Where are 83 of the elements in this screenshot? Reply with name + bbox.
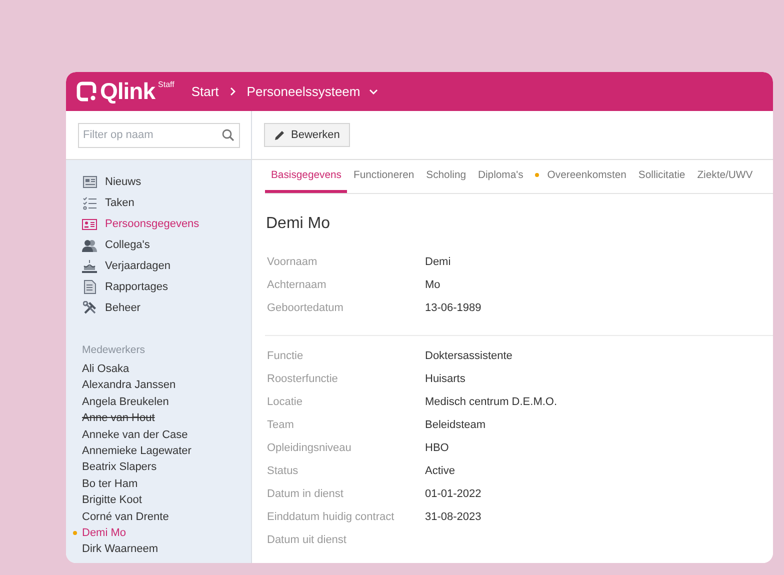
breadcrumb-link[interactable]: Personeelssysteem (246, 84, 360, 99)
field-value: 01-01-2022 (425, 487, 482, 501)
tab-label: Sollicitatie (638, 170, 686, 180)
nav-item[interactable]: Rapportages (82, 279, 251, 295)
people-icon (82, 238, 97, 252)
nav-label: Taken (105, 197, 134, 209)
nav-item[interactable]: Verjaardagen (82, 258, 251, 274)
id-card-icon (82, 218, 97, 230)
field-value: 13-06-1989 (425, 301, 482, 315)
filter-field[interactable]: Filter op naam (78, 122, 240, 148)
tab-label: Overeenkomsten (547, 170, 626, 180)
employee-item[interactable]: Annemieke Lagewater (82, 444, 192, 458)
logo-text: Qlink (100, 78, 156, 105)
search-icon (222, 128, 234, 140)
tab-label: Basisgegevens (271, 170, 342, 180)
employee-item[interactable]: Anne van Hout (82, 411, 155, 426)
chevron-right-icon (230, 87, 236, 96)
pencil-icon (274, 130, 285, 140)
employee-item[interactable]: Corné van Drente (82, 510, 169, 524)
nav-item[interactable]: Beheer (82, 300, 251, 316)
nav-label: Collega's (105, 239, 150, 251)
field-value: Doktersassistente (425, 349, 512, 363)
field-label: Locatie (267, 395, 304, 409)
tab-label: Ziekte/UWV (697, 170, 753, 180)
tab[interactable]: Sollicitatie (632, 160, 692, 193)
tab[interactable]: Functioneren (347, 160, 420, 193)
field-label: Datum uit dienst (267, 533, 348, 547)
nav-item[interactable]: Persoonsgegevens (82, 216, 251, 232)
logo-suffix: Staff (158, 80, 174, 89)
field-label: Achternaam (267, 278, 328, 292)
employee-item[interactable]: Angela Breukelen (82, 394, 169, 409)
employee-item[interactable]: Alexandra Janssen (82, 378, 176, 392)
tab[interactable]: Basisgegevens (265, 160, 348, 193)
field-value: Demi (425, 255, 451, 269)
employee-item[interactable]: Brigitte Koot (82, 493, 142, 508)
field-label: Voornaam (267, 255, 318, 269)
field-label: Functie (267, 349, 304, 363)
tab-label: Scholing (426, 170, 466, 180)
nav-label: Persoonsgegevens (105, 218, 200, 230)
employee-item[interactable]: Anneke van der Case (82, 428, 188, 442)
field-label: Status (267, 464, 300, 478)
field-label: Opleidingsniveau (267, 441, 352, 455)
tab[interactable]: Overeenkomsten (529, 160, 632, 193)
breadcrumb-link[interactable]: Start (191, 84, 219, 99)
checklist-icon (82, 196, 96, 210)
employee-item[interactable]: Dirk Waarneem (82, 542, 158, 556)
nav-label: Nieuws (105, 176, 142, 188)
field-value: Beleidsteam (425, 418, 486, 432)
tab-label: Functioneren (353, 170, 414, 180)
tab[interactable]: Scholing (420, 160, 472, 193)
field-value: 31-08-2023 (425, 510, 482, 524)
nav-item[interactable]: Taken (82, 195, 251, 211)
document-icon (84, 280, 96, 294)
field-value: Medisch centrum D.E.M.O. (425, 395, 558, 409)
field-label: Team (267, 418, 295, 432)
edit-button[interactable]: Bewerken (264, 123, 350, 147)
tab[interactable]: Ziekte/UWV (691, 160, 759, 193)
nav-label: Rapportages (105, 281, 168, 293)
field-value: Mo (425, 278, 440, 292)
field-value: HBO (425, 441, 449, 455)
field-label: Datum in dienst (267, 487, 344, 501)
person-name: Demi Mo (266, 215, 332, 233)
logo-icon (76, 81, 97, 102)
tab-label: Diploma's (478, 170, 524, 180)
employee-item[interactable]: Ali Osaka (82, 362, 130, 376)
nav-item[interactable]: Collega's (82, 237, 251, 253)
field-label: Einddatum huidig contract (267, 510, 396, 524)
employee-item[interactable]: Demi Mo (82, 526, 126, 540)
field-value: Huisarts (425, 372, 466, 386)
newspaper-icon (82, 176, 96, 188)
chevron-down-icon[interactable] (369, 88, 378, 94)
nav-label: Beheer (105, 302, 140, 314)
employee-item[interactable]: Beatrix Slapers (82, 460, 157, 474)
nav-label: Verjaardagen (105, 260, 170, 272)
section-title: Medewerkers (82, 344, 146, 356)
tab[interactable]: Diploma's (472, 160, 530, 193)
tools-icon (82, 301, 96, 315)
employee-item[interactable]: Bo ter Ham (82, 476, 138, 491)
field-value: Active (425, 464, 455, 478)
nav-item[interactable]: Nieuws (82, 174, 251, 190)
cake-icon (82, 260, 97, 272)
field-label: Roosterfunctie (267, 372, 339, 386)
field-label: Geboortedatum (267, 301, 344, 315)
